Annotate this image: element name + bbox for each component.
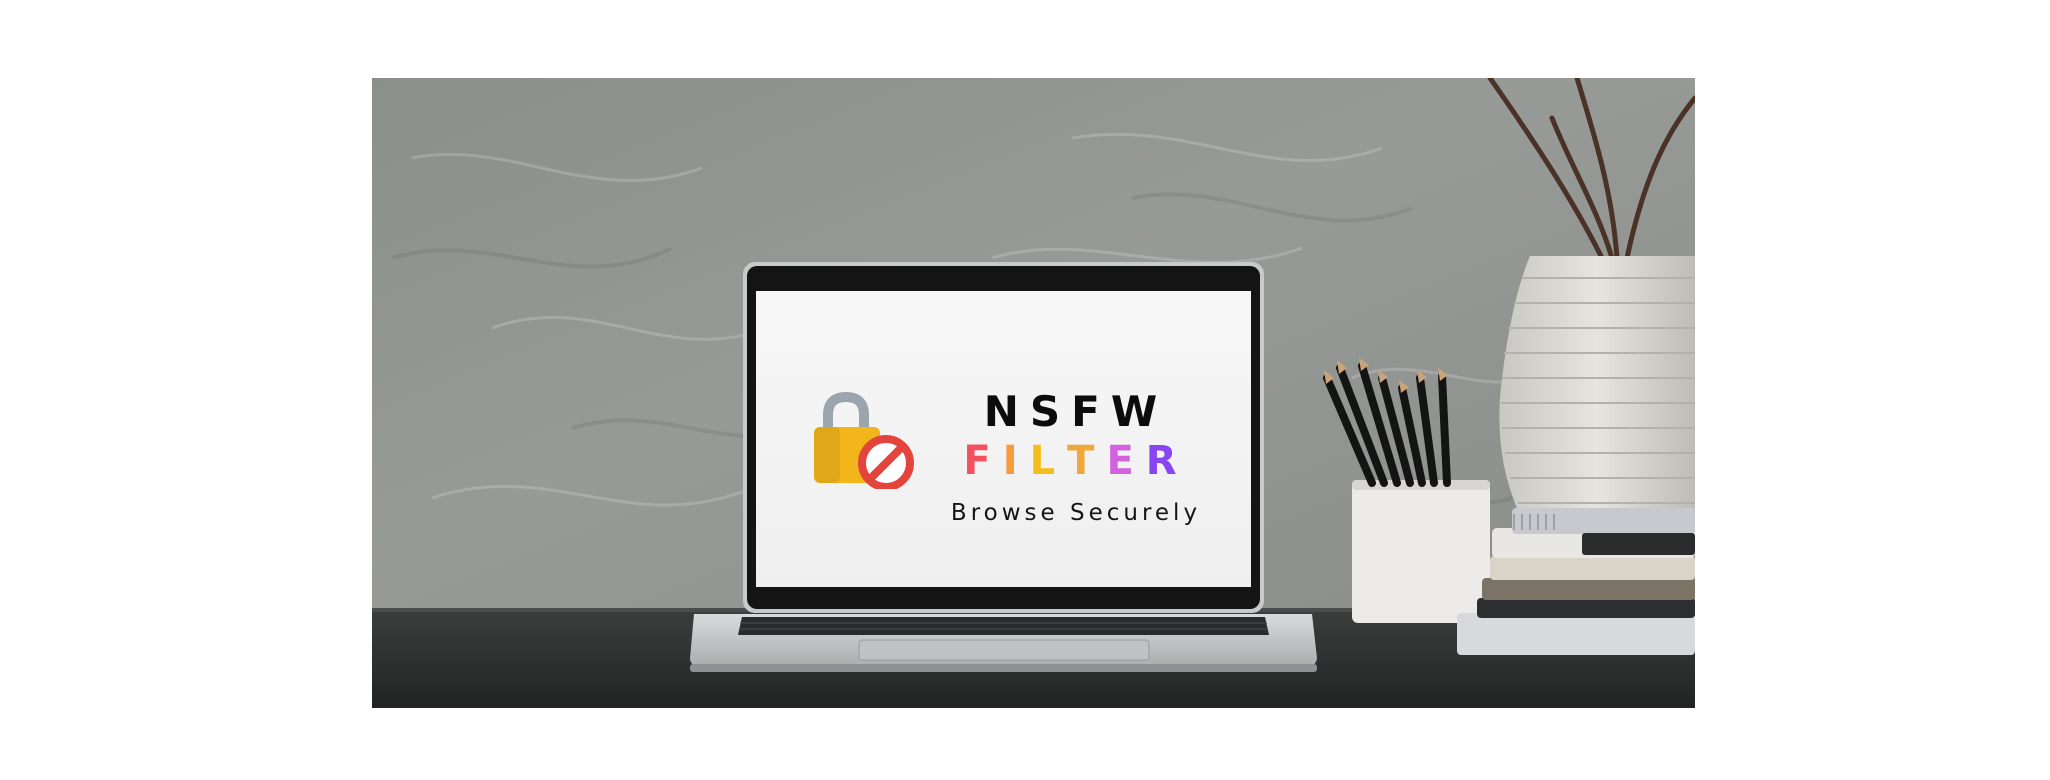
filter-letter: T	[1067, 438, 1107, 484]
title-filter: FILTER	[916, 438, 1236, 484]
filter-letter: E	[1106, 438, 1146, 484]
hero-banner: NSFW FILTER Browse Securely	[372, 78, 1695, 708]
filter-letter: L	[1029, 438, 1068, 484]
filter-letter: R	[1145, 438, 1189, 484]
filter-letter: I	[1002, 438, 1030, 484]
lock-blocked-icon	[810, 389, 918, 491]
title-nsfw: NSFW	[983, 387, 1169, 436]
laptop-screen: NSFW FILTER Browse Securely	[756, 291, 1251, 587]
tagline: Browse Securely	[950, 500, 1202, 526]
filter-letter: F	[963, 438, 1003, 484]
